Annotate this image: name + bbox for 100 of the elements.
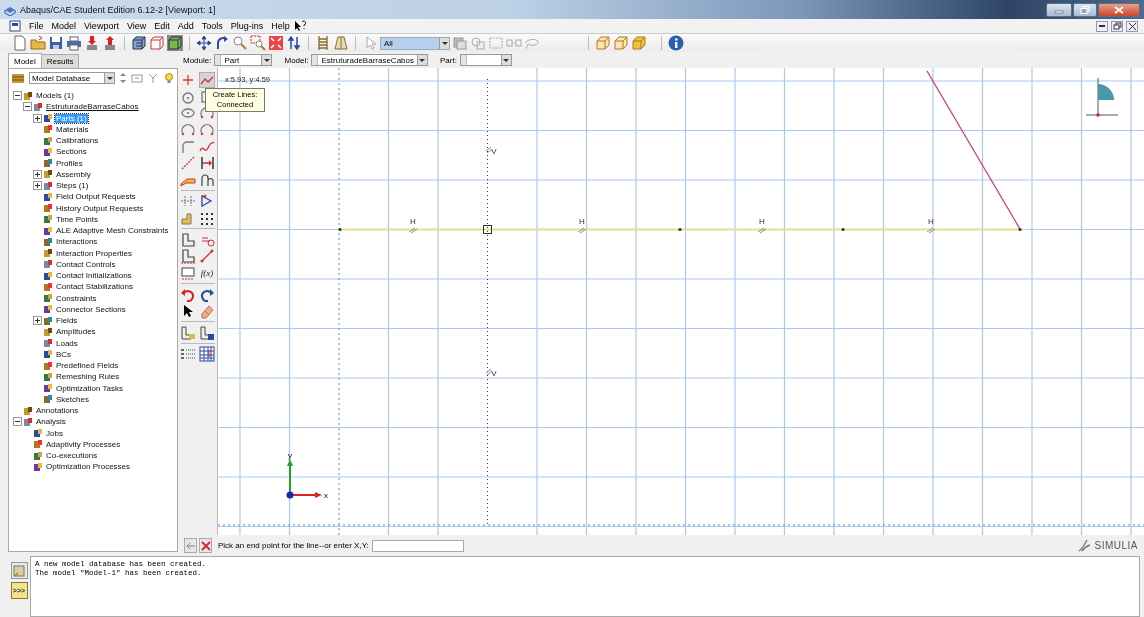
tree-item[interactable]: Interactions	[55, 237, 99, 247]
tree-item[interactable]: Constraints	[55, 293, 98, 303]
tree-item[interactable]: Contact Controls	[55, 259, 117, 269]
message-tab[interactable]	[10, 562, 28, 579]
tree-item[interactable]: Field Output Requests	[55, 192, 137, 202]
function-button[interactable]: f(x)	[199, 264, 215, 281]
tree-item[interactable]: Adaptivity Processes	[45, 439, 122, 449]
import-icon[interactable]	[84, 35, 100, 51]
print-icon[interactable]	[66, 35, 82, 51]
table-grid-icon[interactable]	[199, 346, 215, 363]
cube-outline-icon[interactable]	[595, 35, 611, 51]
up-down-arrows-icon[interactable]	[286, 35, 302, 51]
expand-toggle-icon[interactable]	[33, 113, 42, 123]
fit-view-icon[interactable]	[268, 35, 284, 51]
menu-item[interactable]: Add	[173, 21, 198, 31]
dimension-arrow-icon[interactable]	[199, 155, 215, 172]
up-down-arrows-icon[interactable]	[119, 72, 127, 84]
segment-icon[interactable]	[199, 248, 215, 265]
maximize-button[interactable]	[1073, 2, 1097, 17]
close-button[interactable]	[1098, 2, 1140, 17]
shaded-cube-icon[interactable]	[167, 35, 183, 51]
tree-item[interactable]: Sections	[55, 147, 88, 157]
open-folder-icon[interactable]	[30, 35, 46, 51]
info-icon[interactable]	[668, 35, 684, 51]
hidden-line-cube-icon[interactable]	[149, 35, 165, 51]
menu-item[interactable]: Viewport	[80, 21, 123, 31]
pan-icon[interactable]	[196, 35, 212, 51]
document-icon[interactable]	[9, 20, 21, 32]
dashed-line-icon[interactable]	[180, 155, 196, 172]
tree-item[interactable]: Steps (1)	[55, 181, 90, 191]
vertex-point[interactable]	[1018, 227, 1022, 232]
box-zoom-icon[interactable]	[250, 35, 266, 51]
expand-toggle-icon[interactable]	[33, 169, 42, 179]
expand-toggle-icon[interactable]	[33, 316, 42, 326]
polyline-icon[interactable]	[199, 72, 215, 89]
wireframe-cube-icon[interactable]	[131, 35, 147, 51]
collapse-toggle-icon[interactable]	[13, 417, 22, 427]
tree-item[interactable]: BCs	[55, 349, 73, 359]
tree-item[interactable]: Interaction Properties	[55, 248, 134, 258]
dropdown[interactable]: Part	[214, 54, 273, 66]
tree-item[interactable]: Time Points	[55, 214, 99, 224]
dropdown[interactable]: Model Database	[29, 72, 115, 84]
menu-item[interactable]: File	[25, 21, 48, 31]
selection-filter-dropdown[interactable]: All	[380, 36, 450, 50]
tree-item[interactable]: Models (1)	[35, 91, 75, 101]
tree-item[interactable]: Analysis	[35, 417, 67, 427]
ladder-icon[interactable]	[315, 35, 331, 51]
tree-item[interactable]: Calibrations	[55, 136, 100, 146]
input-field[interactable]	[371, 539, 464, 552]
tree-item[interactable]: Loads	[55, 338, 79, 348]
close-button[interactable]	[1126, 20, 1138, 32]
menu-item[interactable]: View	[122, 21, 151, 31]
menu-item[interactable]: Help	[267, 21, 294, 31]
overlap-icon[interactable]	[470, 35, 486, 51]
tree-item[interactable]: Co-executions	[45, 451, 99, 461]
vertex-point[interactable]	[678, 227, 682, 232]
stack-icon[interactable]	[452, 35, 468, 51]
panel-tab[interactable]: Results	[40, 54, 80, 68]
tree-item[interactable]: Contact Stabilizations	[55, 282, 134, 292]
trapezoid-icon[interactable]	[333, 35, 349, 51]
tree-item[interactable]: Remeshing Rules	[55, 372, 121, 382]
tree-item[interactable]: Optimization Tasks	[55, 383, 124, 393]
cube-outline-icon[interactable]	[613, 35, 629, 51]
tree-item[interactable]: Profiles	[55, 158, 84, 168]
tree-item[interactable]: Assembly	[55, 169, 92, 179]
tree-item[interactable]: Fields	[55, 316, 79, 326]
tree-item[interactable]: Materials	[55, 124, 90, 134]
export-icon[interactable]	[102, 35, 118, 51]
menu-item[interactable]: Tools	[197, 21, 227, 31]
tree-item[interactable]: Predefined Fields	[55, 361, 120, 371]
l-shape-icon[interactable]	[180, 231, 196, 248]
expand-toggle-icon[interactable]	[33, 181, 42, 191]
dot-grid-icon[interactable]	[199, 210, 215, 227]
collapse-toggle-icon[interactable]	[13, 91, 22, 101]
zoom-icon[interactable]	[232, 35, 248, 51]
tree-item[interactable]: Sketches	[55, 394, 90, 404]
collapse-toggle-icon[interactable]	[23, 102, 32, 112]
vertex-point[interactable]	[338, 227, 342, 232]
vertex-point[interactable]	[841, 227, 845, 232]
tree-item[interactable]: Optimization Processes	[45, 462, 132, 472]
parameter-icon[interactable]	[180, 264, 196, 281]
redo-icon[interactable]	[199, 286, 215, 303]
tree-item[interactable]: EstruturadeBarraseCabos	[45, 102, 140, 112]
minimize-button[interactable]	[1096, 20, 1108, 32]
minimize-button[interactable]	[1046, 2, 1072, 17]
tree-item[interactable]: Jobs	[45, 428, 64, 438]
light-bulb-icon[interactable]	[163, 72, 175, 84]
cancel-button[interactable]	[199, 538, 212, 553]
curve-icon[interactable]	[199, 171, 215, 188]
tree-item[interactable]: Annotations	[35, 406, 80, 416]
tree-item[interactable]: Connector Sections	[55, 304, 127, 314]
save-sketch-icon[interactable]	[199, 324, 215, 341]
menu-item[interactable]: Model	[47, 21, 81, 31]
tree-item[interactable]: ALE Adaptive Mesh Constraints	[55, 226, 170, 236]
help-cursor-icon[interactable]	[293, 20, 306, 32]
menu-item[interactable]: Edit	[150, 21, 174, 31]
save-icon[interactable]	[48, 35, 64, 51]
tree-item[interactable]: History Output Requests	[55, 203, 145, 213]
double-l-shape-icon[interactable]	[180, 248, 196, 265]
fillet-icon[interactable]	[180, 138, 196, 155]
